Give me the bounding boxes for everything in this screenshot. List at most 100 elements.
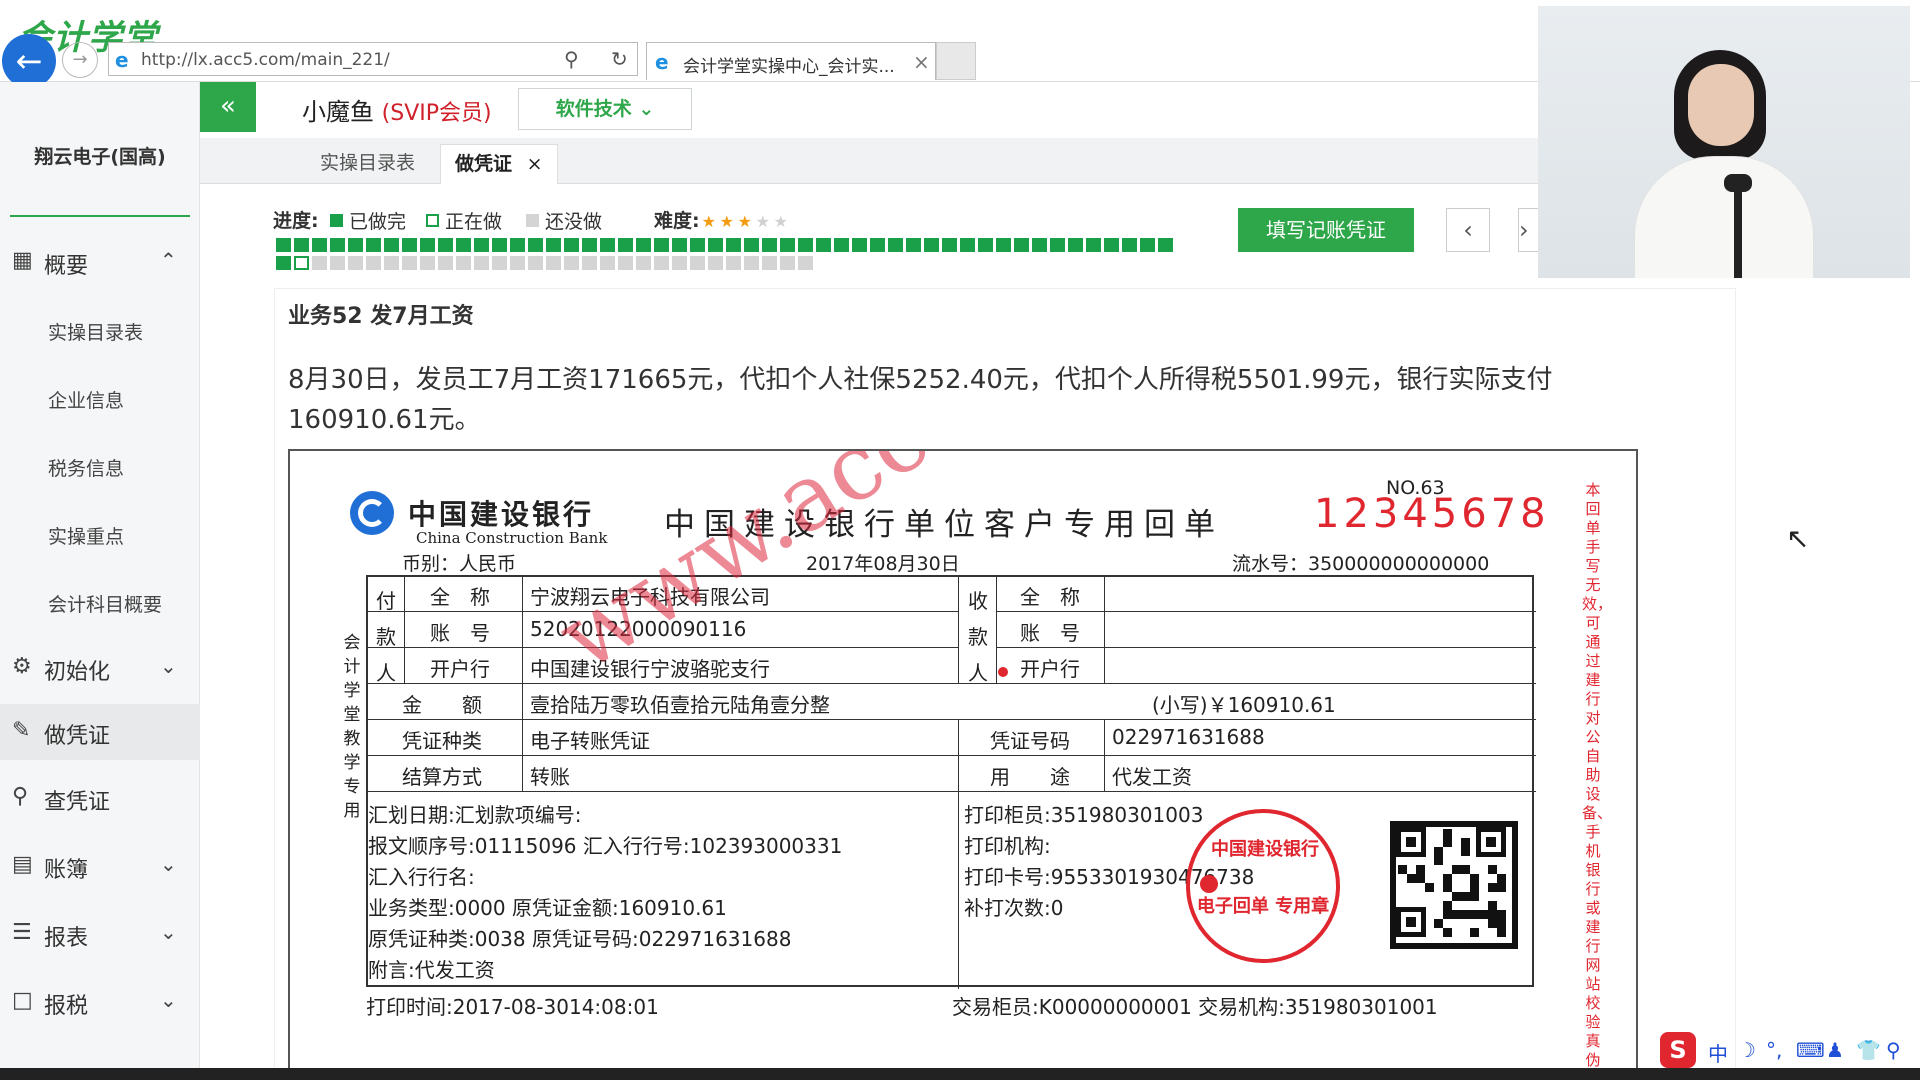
sidebar-item-reports[interactable]: ☰ 报表 ⌄	[0, 906, 200, 962]
software-tech-dropdown[interactable]: 软件技术 ⌄	[518, 88, 692, 130]
progress-cell-done[interactable]	[978, 238, 993, 252]
search-icon[interactable]: ⚲	[564, 47, 579, 71]
progress-cell-done[interactable]	[600, 238, 615, 252]
progress-cell-done[interactable]	[1014, 238, 1029, 252]
progress-cell-done[interactable]	[1086, 238, 1101, 252]
sidebar-subitem-catalog[interactable]: 实操目录表	[48, 318, 143, 345]
skin-icon[interactable]: 👕	[1856, 1038, 1881, 1062]
progress-cell-todo[interactable]	[492, 256, 507, 270]
progress-cell-done[interactable]	[690, 238, 705, 252]
progress-cell-todo[interactable]	[600, 256, 615, 270]
progress-cell-todo[interactable]	[726, 256, 741, 270]
progress-cell-done[interactable]	[312, 238, 327, 252]
progress-cell-done[interactable]	[582, 238, 597, 252]
tab-catalog[interactable]: 实操目录表	[306, 144, 429, 184]
progress-cell-done[interactable]	[636, 238, 651, 252]
progress-cell-done[interactable]	[438, 238, 453, 252]
fill-voucher-button[interactable]: 填写记账凭证	[1238, 208, 1414, 252]
progress-cell-todo[interactable]	[690, 256, 705, 270]
close-icon[interactable]: ×	[527, 153, 543, 175]
progress-cell-done[interactable]	[492, 238, 507, 252]
browser-tab[interactable]: e 会计学堂实操中心_会计实... ×	[646, 42, 936, 80]
progress-cell-done[interactable]	[618, 238, 633, 252]
address-bar[interactable]: e http://lx.acc5.com/main_221/ ⚲ ↻	[108, 42, 638, 76]
progress-cell-todo[interactable]	[780, 256, 795, 270]
progress-cell-done[interactable]	[942, 238, 957, 252]
sidebar-item-make-voucher[interactable]: ✎ 做凭证	[0, 704, 200, 760]
progress-cell-done[interactable]	[924, 238, 939, 252]
progress-cell-done[interactable]	[420, 238, 435, 252]
progress-cell-done[interactable]	[870, 238, 885, 252]
progress-cell-done[interactable]	[798, 238, 813, 252]
progress-cell-done[interactable]	[366, 238, 381, 252]
collapse-sidebar-button[interactable]: «	[200, 82, 256, 132]
progress-cell-done[interactable]	[294, 238, 309, 252]
progress-cell-done[interactable]	[330, 238, 345, 252]
moon-icon[interactable]: ☽	[1738, 1038, 1756, 1062]
progress-cell-todo[interactable]	[456, 256, 471, 270]
sidebar-subitem-tax-info[interactable]: 税务信息	[48, 454, 124, 481]
progress-cell-todo[interactable]	[528, 256, 543, 270]
progress-cell-doing[interactable]	[294, 256, 309, 270]
next-button[interactable]: ›	[1518, 208, 1538, 252]
progress-cell-done[interactable]	[1032, 238, 1047, 252]
sidebar-item-overview[interactable]: ▦ 概要 ⌃	[0, 234, 200, 290]
progress-cell-done[interactable]	[1068, 238, 1083, 252]
progress-cell-done[interactable]	[402, 238, 417, 252]
progress-cell-done[interactable]	[1122, 238, 1137, 252]
prev-button[interactable]: ‹	[1446, 208, 1490, 252]
progress-cell-done[interactable]	[816, 238, 831, 252]
progress-cell-todo[interactable]	[564, 256, 579, 270]
progress-cell-todo[interactable]	[438, 256, 453, 270]
progress-cell-done[interactable]	[1050, 238, 1065, 252]
progress-cell-done[interactable]	[780, 238, 795, 252]
user-icon[interactable]: ♟	[1826, 1038, 1844, 1062]
progress-cell-done[interactable]	[996, 238, 1011, 252]
refresh-icon[interactable]: ↻	[611, 47, 628, 71]
progress-cell-todo[interactable]	[402, 256, 417, 270]
new-tab-button[interactable]	[936, 42, 976, 80]
tab-make-voucher[interactable]: 做凭证 ×	[440, 144, 558, 184]
progress-cell-todo[interactable]	[546, 256, 561, 270]
progress-cell-todo[interactable]	[366, 256, 381, 270]
progress-cell-done[interactable]	[888, 238, 903, 252]
progress-cell-done[interactable]	[276, 238, 291, 252]
punctuation-icon[interactable]: °,	[1766, 1038, 1782, 1062]
progress-cell-done[interactable]	[654, 238, 669, 252]
progress-cell-todo[interactable]	[330, 256, 345, 270]
progress-cell-done[interactable]	[456, 238, 471, 252]
sidebar-item-ledger[interactable]: ▤ 账簿 ⌄	[0, 838, 200, 894]
progress-cell-done[interactable]	[276, 256, 291, 270]
progress-cell-done[interactable]	[960, 238, 975, 252]
progress-cell-done[interactable]	[510, 238, 525, 252]
progress-cell-todo[interactable]	[798, 256, 813, 270]
progress-cell-done[interactable]	[672, 238, 687, 252]
sidebar-subitem-key-points[interactable]: 实操重点	[48, 522, 124, 549]
progress-cell-done[interactable]	[906, 238, 921, 252]
progress-cell-done[interactable]	[762, 238, 777, 252]
progress-cell-todo[interactable]	[348, 256, 363, 270]
progress-cell-todo[interactable]	[762, 256, 777, 270]
progress-cell-todo[interactable]	[618, 256, 633, 270]
progress-cell-done[interactable]	[474, 238, 489, 252]
close-icon[interactable]: ×	[913, 50, 930, 74]
progress-cell-done[interactable]	[564, 238, 579, 252]
progress-cell-done[interactable]	[546, 238, 561, 252]
progress-cell-todo[interactable]	[420, 256, 435, 270]
progress-cell-done[interactable]	[708, 238, 723, 252]
progress-cell-todo[interactable]	[312, 256, 327, 270]
progress-cell-done[interactable]	[852, 238, 867, 252]
progress-cell-done[interactable]	[744, 238, 759, 252]
progress-cell-todo[interactable]	[708, 256, 723, 270]
progress-cell-done[interactable]	[528, 238, 543, 252]
sidebar-subitem-company-info[interactable]: 企业信息	[48, 386, 124, 413]
progress-cell-todo[interactable]	[384, 256, 399, 270]
sogou-ime-icon[interactable]: S	[1660, 1032, 1696, 1068]
progress-cell-todo[interactable]	[474, 256, 489, 270]
progress-cell-done[interactable]	[348, 238, 363, 252]
sidebar-subitem-accounts[interactable]: 会计科目概要	[48, 590, 162, 617]
progress-cell-done[interactable]	[1158, 238, 1173, 252]
progress-cell-done[interactable]	[384, 238, 399, 252]
sidebar-item-init[interactable]: ⚙ 初始化 ⌄	[0, 640, 200, 696]
progress-cell-done[interactable]	[1140, 238, 1155, 252]
